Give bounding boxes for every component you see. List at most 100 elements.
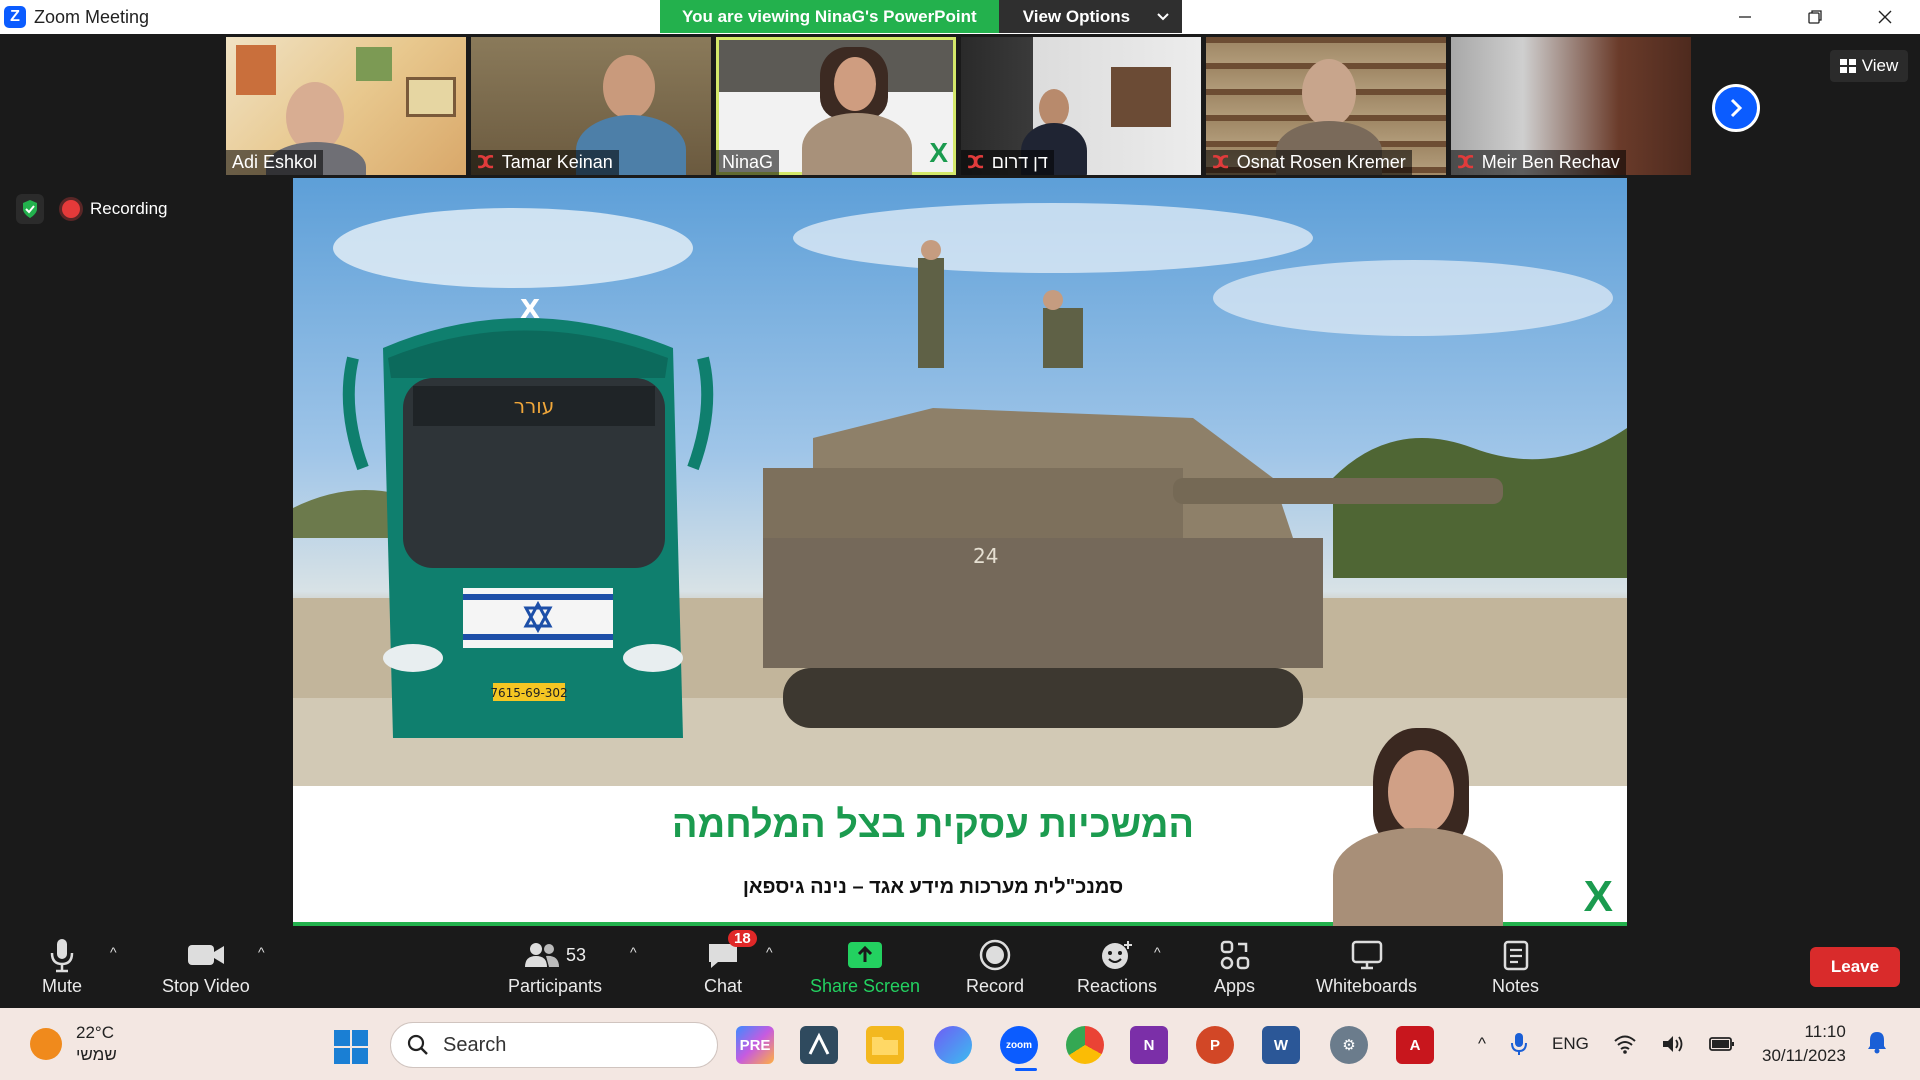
slide-photo: עורר 7615-69-302 X 24 [293,178,1627,786]
weather-temperature: 22°C [76,1023,114,1042]
chevron-right-icon [1730,98,1743,118]
chrome-app-icon[interactable] [1066,1026,1104,1064]
taskbar-search[interactable]: Search [390,1022,718,1068]
reactions-button[interactable]: Reactions [1077,934,1157,997]
zoom-taskbar-icon[interactable]: zoom [1000,1026,1038,1064]
reader-app-icon[interactable] [800,1026,838,1064]
participant-tile[interactable]: ⵋ Meir Ben Rechav [1451,37,1691,175]
slide-photo-illustration: עורר 7615-69-302 X 24 [293,203,1627,786]
copilot-app-icon[interactable] [934,1026,972,1064]
shared-slide: עורר 7615-69-302 X 24 המשכיות עסקית בצל … [293,178,1627,926]
apps-button[interactable]: Apps [1214,934,1255,997]
chat-options-caret[interactable]: ^ [766,944,773,960]
muted-mic-icon: ⵋ [1457,152,1476,172]
apps-label: Apps [1214,976,1256,996]
onenote-app-icon[interactable]: N [1130,1026,1168,1064]
clock-time: 11:10 [1804,1022,1846,1041]
egged-logo-icon: X [1583,872,1613,921]
taskbar-clock[interactable]: 11:10 30/11/2023 [1762,1020,1846,1068]
minimize-button[interactable] [1710,0,1780,34]
weather-widget[interactable]: 22°C שמשי [30,1022,117,1066]
wifi-icon[interactable] [1613,1034,1637,1054]
mute-button[interactable]: Mute [42,934,82,997]
participant-name-label: ⵋ Meir Ben Rechav [1451,150,1626,175]
volume-icon[interactable] [1661,1034,1685,1054]
close-button[interactable] [1850,0,1920,34]
participant-video [834,57,876,111]
participant-tile[interactable]: Adi Eshkol [226,37,466,175]
participant-video [603,55,655,119]
stop-video-label: Stop Video [162,976,250,996]
weather-description: שמשי [76,1045,117,1064]
notes-button[interactable]: Notes [1492,934,1539,997]
whiteboard-icon [1351,940,1382,970]
windows-logo-icon [334,1030,350,1046]
share-screen-button[interactable]: Share Screen [810,934,920,997]
acrobat-app-icon[interactable]: A [1396,1026,1434,1064]
start-button[interactable] [334,1030,368,1064]
svg-text:7615-69-302: 7615-69-302 [490,686,567,700]
slide-subtitle: סמנכ"לית מערכות מידע אגד – נינה גיספאן [742,876,1124,898]
language-indicator[interactable]: ENG [1552,1034,1589,1054]
windows-taskbar: 22°C שמשי Search PRE zoom N P W ⚙ A ^ EN… [0,1008,1920,1080]
participants-label: Participants [508,976,603,996]
video-options-caret[interactable]: ^ [258,944,265,960]
notes-label: Notes [1492,976,1540,996]
settings-gear-icon[interactable]: ⚙ [1330,1026,1368,1064]
participant-tile[interactable]: ⵋ Tamar Keinan [471,37,711,175]
participant-tile[interactable]: ⵋ Osnat Rosen Kremer [1206,37,1446,175]
participants-options-caret[interactable]: ^ [630,944,637,960]
system-tray: ^ ENG [1478,1008,1735,1080]
participant-tile-active[interactable]: X NinaG [716,37,956,175]
view-options-button[interactable]: View Options [998,0,1183,33]
sun-icon [30,1028,62,1060]
recording-indicator[interactable]: Recording [62,194,168,224]
audio-options-caret[interactable]: ^ [110,944,117,960]
show-hidden-icons-chevron-icon[interactable]: ^ [1478,1034,1486,1054]
file-explorer-icon[interactable] [866,1026,904,1064]
wall-art [406,77,456,117]
active-app-indicator [1015,1068,1037,1071]
apps-icon [1220,940,1249,970]
notification-bell-icon[interactable] [1866,1030,1888,1059]
zoom-logo-icon: Z [4,6,26,28]
word-app-icon[interactable]: W [1262,1026,1300,1064]
muted-mic-icon: ⵋ [967,152,986,172]
view-button[interactable]: View [1830,50,1908,82]
participant-tile[interactable]: ⵋ דן דרום [961,37,1201,175]
restore-button[interactable] [1780,0,1850,34]
participant-video [1333,828,1503,926]
shield-icon [23,200,37,218]
video-camera-icon [187,945,224,965]
gallery-next-button[interactable] [1712,84,1760,132]
participant-video [1302,59,1356,127]
chevron-down-icon [1157,12,1169,20]
muted-mic-icon: ⵋ [477,152,496,172]
svg-text:עורר: עורר [514,394,555,418]
powerpoint-app-icon[interactable]: P [1196,1026,1234,1064]
bus-illustration: עורר 7615-69-302 X [342,295,714,738]
whiteboards-button[interactable]: Whiteboards [1316,934,1417,997]
participants-button[interactable]: 53 Participants [508,934,602,997]
chat-label: Chat [704,976,743,996]
svg-text:X: X [520,295,540,325]
participant-video [1039,89,1069,127]
record-icon [979,939,1011,971]
slide-title: המשכיות עסקית בצל המלחמה [671,804,1195,846]
mute-label: Mute [42,976,83,996]
participant-video [802,113,912,175]
reactions-options-caret[interactable]: ^ [1154,944,1161,960]
record-button[interactable]: Record [966,934,1024,997]
leave-button[interactable]: Leave [1810,947,1900,987]
recording-label: Recording [90,199,168,218]
chat-button[interactable]: 18 Chat [704,930,757,997]
participant-video [1388,750,1454,834]
security-shield-button[interactable] [16,194,44,224]
reactions-label: Reactions [1077,976,1158,996]
stop-video-button[interactable]: Stop Video [162,934,250,997]
battery-icon[interactable] [1708,1035,1735,1053]
bookshelf [1111,67,1171,127]
microphone-tray-icon[interactable] [1510,1032,1528,1056]
minimize-icon [1739,16,1751,18]
copilot-pre-app-icon[interactable]: PRE [736,1026,774,1064]
